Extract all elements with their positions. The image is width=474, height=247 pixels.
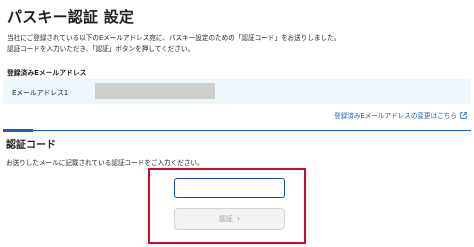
- section-divider-accent: [3, 129, 33, 132]
- chevron-right-icon: ›: [236, 214, 241, 223]
- external-link-icon: [460, 111, 467, 119]
- change-email-link[interactable]: 登録済みEメールアドレスの変更はこちら: [334, 110, 467, 120]
- intro-line-2: 認証コードを入力いただき、「認証」ボタンを押してください。: [7, 44, 195, 53]
- code-section-heading: 認証コード: [6, 140, 56, 151]
- section-divider: [3, 130, 471, 131]
- intro-text: 当社にご登録されている以下のEメールアドレス宛に、パスキー設定のための「認証コー…: [7, 33, 469, 54]
- auth-submit-button-label: 認証: [218, 215, 233, 223]
- auth-submit-button[interactable]: 認証 ›: [174, 208, 285, 230]
- email-address-label: Eメールアドレス1: [12, 89, 69, 97]
- email-address-value-redacted: [95, 83, 215, 99]
- intro-line-1: 当社にご登録されている以下のEメールアドレス宛に、パスキー設定のための「認証コー…: [7, 34, 341, 42]
- email-section-heading: 登録済みEメールアドレス: [7, 69, 87, 77]
- change-email-link-label: 登録済みEメールアドレスの変更はこちら: [334, 112, 457, 120]
- page-title: パスキー認証 設定: [7, 8, 135, 26]
- auth-code-input[interactable]: [174, 178, 285, 198]
- code-section-description: お送りしたメールに記載されている認証コードをご入力ください。: [6, 159, 204, 167]
- passkey-settings-page: パスキー認証 設定 当社にご登録されている以下のEメールアドレス宛に、パスキー設…: [0, 0, 474, 247]
- email-address-box: Eメールアドレス1: [3, 79, 471, 104]
